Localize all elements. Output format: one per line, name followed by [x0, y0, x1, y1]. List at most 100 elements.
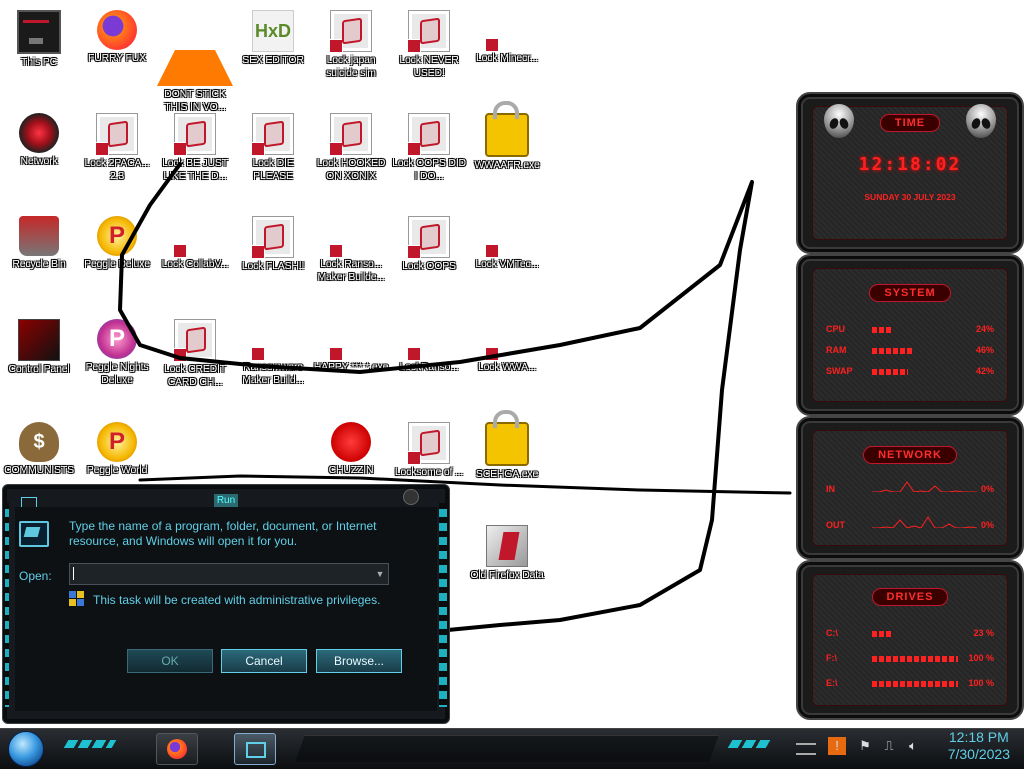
- flag-icon[interactable]: ⚑: [856, 737, 874, 755]
- desktop-icon[interactable]: CHUZZIN: [312, 416, 390, 477]
- gadget-row-name: F:\: [826, 653, 837, 663]
- desktop-icon-label: Lock BE JUST LIKE THE D...: [162, 157, 228, 182]
- desktop-icon[interactable]: Network: [0, 107, 78, 168]
- desktop-icon[interactable]: Ransomware Maker Build...: [234, 313, 312, 387]
- lock-icon: [407, 113, 450, 156]
- desktop-icon[interactable]: SCEHGA.exe: [468, 410, 546, 481]
- gadget-row-name: SWAP: [826, 366, 853, 376]
- desktop-icon[interactable]: Lock OOPS: [390, 210, 468, 273]
- system-gadget: SYSTEM CPU 24% RAM 46% SWAP 42%: [796, 254, 1024, 416]
- desktop-icon[interactable]: Old Firefox Data: [468, 519, 546, 582]
- network-icon[interactable]: ⎍: [880, 737, 898, 755]
- desktop-icon[interactable]: Lock japan suicide sim: [312, 4, 390, 80]
- desktop-icon-label: WWAAFR.exe: [474, 159, 540, 171]
- desktop-icon[interactable]: Lock HOOKED ON XONIX: [312, 107, 390, 183]
- peggle2-icon: P: [97, 319, 137, 359]
- volume-icon[interactable]: 🔈︎: [904, 737, 922, 755]
- shortcut-badge-icon: [329, 347, 343, 361]
- open-combobox[interactable]: ▼: [69, 563, 389, 585]
- taskbar-firefox[interactable]: [156, 733, 198, 765]
- show-hidden-icons[interactable]: [796, 743, 816, 755]
- lock-icon: [251, 216, 294, 259]
- admin-privileges-note: This task will be created with administr…: [93, 593, 381, 607]
- desktop-icon[interactable]: Recycle Bin: [0, 210, 78, 271]
- desktop-icon[interactable]: Control Panel: [0, 313, 78, 376]
- gadget-row-value: 42%: [975, 366, 994, 376]
- desktop-icon[interactable]: FURRY FUX: [78, 4, 156, 65]
- shortcut-badge-icon: [251, 142, 265, 156]
- desktop-icon-label: Ransomware Maker Build...: [242, 361, 304, 386]
- window-icon: [485, 216, 527, 258]
- desktop-icon[interactable]: Lock FLASH!!: [234, 210, 312, 273]
- lock-icon: [329, 10, 372, 53]
- bin-icon: [19, 216, 59, 256]
- taskbar-run[interactable]: [234, 733, 276, 765]
- security-alert-icon[interactable]: !: [828, 737, 846, 755]
- shortcut-badge-icon: [251, 245, 265, 259]
- desktop-icon[interactable]: LockRanso...: [390, 313, 468, 374]
- desktop-icon-label: Lock japan suicide sim: [326, 54, 376, 79]
- desktop-icon[interactable]: Lock 2PACA... 2.3: [78, 107, 156, 183]
- desktop-icon-label: LockRanso...: [399, 361, 459, 373]
- desktop-icon[interactable]: Lock CollabV...: [156, 210, 234, 271]
- shortcut-badge-icon: [407, 347, 421, 361]
- start-button[interactable]: [8, 731, 44, 767]
- desktop-icon[interactable]: Lock Ranso... Maker Builde...: [312, 210, 390, 284]
- open-label: Open:: [19, 569, 52, 583]
- clock-time: 12:18 PM: [948, 729, 1009, 745]
- desktop-icon-label: Lock 2PACA... 2.3: [84, 157, 150, 182]
- desktop-icon[interactable]: HAPPY *** *.exe: [312, 313, 390, 374]
- desktop-icon[interactable]: Lock Minecr...: [468, 4, 546, 65]
- run-dialog-title: Run: [213, 494, 239, 507]
- chevron-down-icon[interactable]: ▼: [372, 564, 388, 584]
- desktop-icon-label: Control Panel: [8, 363, 70, 375]
- lock-icon: [329, 113, 372, 156]
- desktop-icon[interactable]: HxD SEX EDITOR: [234, 4, 312, 67]
- desktop-icon[interactable]: Lock WWA...: [468, 313, 546, 374]
- gadget-row-name: RAM: [826, 345, 847, 355]
- shortcut-badge-icon: [329, 244, 343, 258]
- lock-icon: [407, 422, 450, 465]
- desktop-icon-label: Lock OOPS: [402, 260, 456, 272]
- taskbar-clock[interactable]: 12:18 PM 7/30/2023: [948, 729, 1010, 763]
- desktop-icon[interactable]: $ COMMUNISTS: [0, 416, 78, 477]
- desktop-icon[interactable]: P Peggle Nights Deluxe: [78, 313, 156, 387]
- gadget-row-value: 24%: [975, 324, 994, 334]
- desktop-icon[interactable]: Lock OOPS DID I DO...: [390, 107, 468, 183]
- shortcut-badge-icon: [485, 38, 499, 52]
- desktop-icon[interactable]: Lock NEVER USED!: [390, 4, 468, 80]
- close-icon[interactable]: [403, 489, 419, 505]
- desktop-icon-label: COMMUNISTS: [4, 464, 74, 476]
- desktop-icon[interactable]: This PC: [0, 4, 78, 69]
- desktop-icon[interactable]: Lock DIE PLEASE: [234, 107, 312, 183]
- desktop-icon[interactable]: WWAAFR.exe: [468, 101, 546, 172]
- system-gadget-title: SYSTEM: [869, 284, 951, 302]
- desktop-icon-label: CHUZZIN: [328, 464, 374, 476]
- desktop-icon[interactable]: Lock VMTec...: [468, 210, 546, 271]
- hxd-icon: HxD: [252, 10, 294, 52]
- drives-gadget-title: DRIVES: [871, 588, 949, 606]
- desktop-icon-label: Peggle Deluxe: [84, 258, 150, 270]
- open-input[interactable]: [72, 565, 368, 583]
- desktop-icon[interactable]: DONT STICK THIS IN VO...: [156, 4, 234, 114]
- ok-button[interactable]: OK: [127, 649, 213, 673]
- desktop-icon[interactable]: P Peggle Deluxe: [78, 210, 156, 271]
- shortcut-badge-icon: [407, 142, 421, 156]
- gadget-row-value: 0%: [980, 520, 994, 530]
- desktop-icon-label: Peggle World: [86, 464, 148, 476]
- gadget-row-value: 100 %: [968, 653, 994, 663]
- gadget-row-value: 46%: [975, 345, 994, 355]
- browse-button[interactable]: Browse...: [316, 649, 402, 673]
- gadget-row: F:\ 100 %: [826, 653, 994, 667]
- usage-bar-fill: [872, 681, 958, 687]
- gadget-row: SWAP 42%: [826, 366, 994, 380]
- desktop-icon[interactable]: Locksome of ...: [390, 416, 468, 479]
- shortcut-badge-icon: [485, 244, 499, 258]
- gadget-row-value: 100 %: [968, 678, 994, 688]
- gadget-row-value: 23 %: [973, 628, 994, 638]
- desktop-icon[interactable]: P Peggle World: [78, 416, 156, 477]
- desktop-icon[interactable]: Lock BE JUST LIKE THE D...: [156, 107, 234, 183]
- usage-bar: [872, 631, 958, 637]
- desktop-icon[interactable]: Lock CREDIT CARD CH...: [156, 313, 234, 389]
- cancel-button[interactable]: Cancel: [221, 649, 307, 673]
